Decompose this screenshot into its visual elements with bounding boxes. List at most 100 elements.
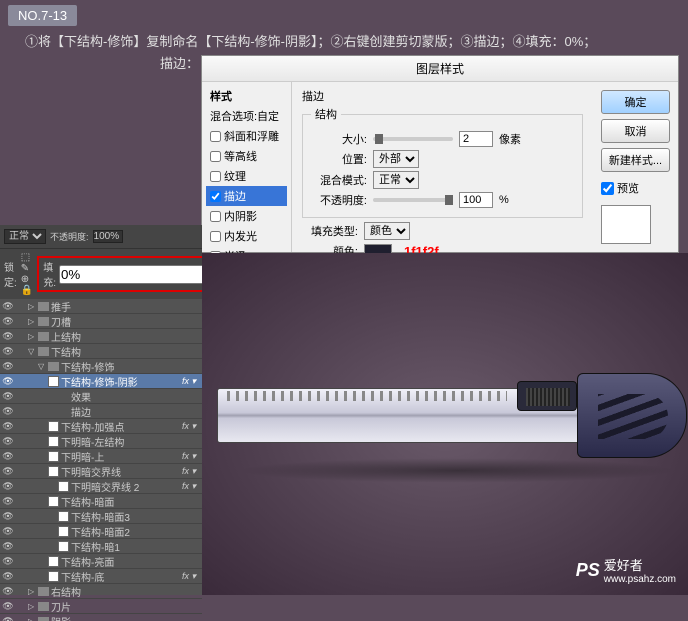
visibility-icon[interactable]: 👁 [2,510,14,522]
size-unit: 像素 [499,131,521,147]
layer-row[interactable]: 👁下明暗-上fx ▾ [0,449,202,464]
layer-row[interactable]: 👁▽下结构-修饰 [0,359,202,374]
visibility-icon[interactable]: 👁 [2,375,14,387]
layer-row[interactable]: 👁下明暗-左结构 [0,434,202,449]
layer-tree[interactable]: 👁▷推手👁▷刀槽👁▷上结构👁▽下结构👁▽下结构-修饰👁下结构-修饰-阴影fx ▾… [0,299,202,621]
visibility-icon[interactable]: 👁 [2,345,14,357]
filltype-select[interactable]: 颜色 [364,222,410,240]
layer-icon [58,526,69,537]
visibility-icon[interactable]: 👁 [2,420,14,432]
opt-inner-shadow[interactable]: 内阴影 [206,206,287,226]
visibility-icon[interactable]: 👁 [2,435,14,447]
blend-options[interactable]: 混合选项:自定 [206,106,287,126]
visibility-icon[interactable]: 👁 [2,405,14,417]
opt-stroke[interactable]: 描边 [206,186,287,206]
layer-row[interactable]: 👁下结构-加强点fx ▾ [0,419,202,434]
layer-row[interactable]: 👁▷刀槽 [0,314,202,329]
layer-row[interactable]: 👁描边 [0,404,202,419]
layer-row[interactable]: 👁下结构-亮面 [0,554,202,569]
layer-row[interactable]: 👁下明暗交界线fx ▾ [0,464,202,479]
visibility-icon[interactable]: 👁 [2,570,14,582]
visibility-icon[interactable]: 👁 [2,300,14,312]
layer-row[interactable]: 👁下明暗交界线 2fx ▾ [0,479,202,494]
opacity-unit: % [499,194,509,206]
preview-checkbox[interactable] [601,182,614,195]
visibility-icon[interactable]: 👁 [2,540,14,552]
style-list: 样式 混合选项:自定 斜面和浮雕 等高线 纹理 描边 内阴影 内发光 光泽 [202,82,292,252]
preview-checkbox-row[interactable]: 预览 [601,180,670,196]
cancel-button[interactable]: 取消 [601,119,670,143]
opt-contour[interactable]: 等高线 [206,146,287,166]
layer-row[interactable]: 👁▷上结构 [0,329,202,344]
layer-row[interactable]: 👁下结构-暗面 [0,494,202,509]
layer-icon [48,376,59,387]
fx-badge[interactable]: fx ▾ [182,421,200,432]
lock-label: 锁定: [4,259,17,289]
visibility-icon[interactable]: 👁 [2,615,14,621]
folder-icon [48,362,59,371]
inner-glow-checkbox[interactable] [210,231,221,242]
position-select[interactable]: 外部 [373,150,419,168]
ok-button[interactable]: 确定 [601,90,670,114]
folder-icon [38,602,49,611]
texture-checkbox[interactable] [210,171,221,182]
opt-inner-glow[interactable]: 内发光 [206,226,287,246]
fx-badge[interactable]: fx ▾ [182,571,200,582]
new-style-button[interactable]: 新建样式... [601,148,670,172]
opacity-input[interactable] [459,192,493,208]
layer-row[interactable]: 👁▷刀片 [0,599,202,614]
size-input[interactable] [459,131,493,147]
size-slider[interactable] [373,137,453,141]
visibility-icon[interactable]: 👁 [2,465,14,477]
canvas: PS 爱好者 www.psahz.com [202,253,688,595]
layer-row[interactable]: 👁下结构-底fx ▾ [0,569,202,584]
fx-badge[interactable]: fx ▾ [182,376,200,387]
opacity-slider[interactable] [373,198,453,202]
opacity-value[interactable] [93,230,123,243]
visibility-icon[interactable]: 👁 [2,555,14,567]
folder-icon [38,317,49,326]
layer-row[interactable]: 👁效果 [0,389,202,404]
contour-checkbox[interactable] [210,151,221,162]
bevel-checkbox[interactable] [210,131,221,142]
layer-name: 下结构 [51,344,81,359]
inner-shadow-checkbox[interactable] [210,211,221,222]
layer-icon [48,451,59,462]
lock-icons[interactable]: ⬚ ✎ ⊕ 🔒 [21,252,33,296]
visibility-icon[interactable]: 👁 [2,480,14,492]
visibility-icon[interactable]: 👁 [2,450,14,462]
position-label: 位置: [311,151,367,167]
visibility-icon[interactable]: 👁 [2,330,14,342]
layer-row[interactable]: 👁▷推手 [0,299,202,314]
opt-texture[interactable]: 纹理 [206,166,287,186]
opt-bevel[interactable]: 斜面和浮雕 [206,126,287,146]
layer-row[interactable]: 👁▽下结构 [0,344,202,359]
blend-mode-label: 混合模式: [311,172,367,188]
layer-row[interactable]: 👁下结构-修饰-阴影fx ▾ [0,374,202,389]
visibility-icon[interactable]: 👁 [2,390,14,402]
visibility-icon[interactable]: 👁 [2,585,14,597]
blend-mode-dropdown[interactable]: 正常 [4,229,46,244]
blend-mode-select[interactable]: 正常 [373,171,419,189]
fx-badge[interactable]: fx ▾ [182,451,200,462]
visibility-icon[interactable]: 👁 [2,600,14,612]
layer-row[interactable]: 👁▷阴影 [0,614,202,621]
fx-badge[interactable]: fx ▾ [182,466,200,477]
visibility-icon[interactable]: 👁 [2,525,14,537]
folder-icon [38,347,49,356]
layer-row[interactable]: 👁 下结构-暗面2 [0,524,202,539]
visibility-icon[interactable]: 👁 [2,360,14,372]
layer-row[interactable]: 👁▷右结构 [0,584,202,599]
layer-name: 右结构 [51,584,81,599]
visibility-icon[interactable]: 👁 [2,495,14,507]
layer-name: 下结构-修饰 [61,359,114,374]
visibility-icon[interactable]: 👁 [2,315,14,327]
stroke-checkbox[interactable] [210,191,221,202]
folder-icon [38,587,49,596]
fill-label: 填充: [43,259,56,289]
layer-row[interactable]: 👁下结构-暗面3 [0,509,202,524]
layer-row[interactable]: 👁下结构-暗1 [0,539,202,554]
fx-badge[interactable]: fx ▾ [182,481,200,492]
panel-section: 描边 [302,88,583,104]
layer-name: 下结构-暗面2 [71,524,130,539]
